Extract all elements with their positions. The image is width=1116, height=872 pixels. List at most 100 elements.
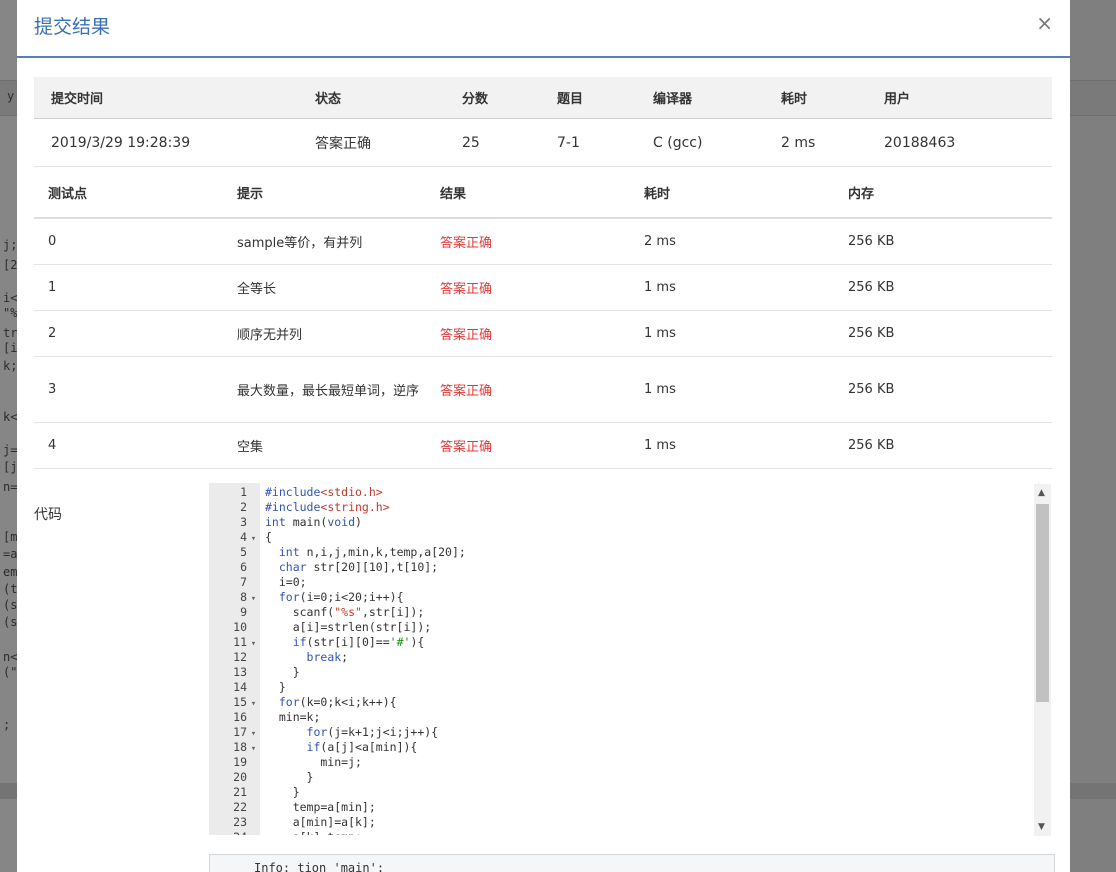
test-point-id: 3 xyxy=(34,356,237,423)
code-line: 18 ▾ if(a[j]<a[min]){ xyxy=(209,740,466,755)
line-number: 3 xyxy=(240,515,247,529)
test-point-time: 1 ms xyxy=(644,356,848,423)
score-value: 25 xyxy=(462,118,557,167)
header-submit-time: 提交时间 xyxy=(34,77,315,119)
line-number: 18 xyxy=(233,740,247,754)
line-number: 9 xyxy=(240,605,247,619)
code-text: #include<string.h> xyxy=(265,500,390,514)
background-snippet: [2 xyxy=(3,258,18,272)
submission-header-row: 提交时间 状态 分数 题目 编译器 耗时 用户 xyxy=(34,77,1052,119)
background-snippet: i< xyxy=(3,291,18,305)
code-text: for(k=0;k<i;k++){ xyxy=(278,695,397,709)
submit-time: 2019/3/29 19:28:39 xyxy=(34,118,315,167)
code-scrollbar[interactable]: ▲ ▼ xyxy=(1034,484,1051,836)
code-viewer[interactable]: 1 #include<stdio.h> 2 #include<string.h> 3 in… xyxy=(209,483,1053,835)
problem-link[interactable]: 7-1 xyxy=(557,118,653,167)
test-point-result: 答案正确 xyxy=(440,218,644,265)
test-point-result: 答案正确 xyxy=(440,264,644,311)
background-left-column xyxy=(0,0,17,872)
code-line: 12 break; xyxy=(209,650,466,665)
code-label: 代码 xyxy=(34,507,62,523)
code-text: for(i=0;i<20;i++){ xyxy=(278,590,404,604)
line-number: 21 xyxy=(233,785,247,799)
line-number: 10 xyxy=(233,620,247,634)
scrollbar-thumb[interactable] xyxy=(1036,504,1049,702)
line-number: 22 xyxy=(233,800,247,814)
header-problem: 题目 xyxy=(557,77,653,119)
test-point-hint: 全等长 xyxy=(237,264,440,311)
test-point-time: 1 ms xyxy=(644,310,848,357)
compiler-value: C (gcc) xyxy=(653,118,781,167)
code-lines: 1 #include<stdio.h> 2 #include<string.h> 3 in… xyxy=(209,485,466,835)
header-elapsed: 耗时 xyxy=(781,77,884,119)
code-line: 23 a[min]=a[k]; xyxy=(209,815,466,830)
background-snippet: tr xyxy=(3,326,18,340)
line-number: 2 xyxy=(240,500,247,514)
background-snippet: =a xyxy=(3,547,18,561)
line-number: 20 xyxy=(233,770,247,784)
code-line: 5 int n,i,j,min,k,temp,a[20]; xyxy=(209,545,466,560)
dialog-title: 提交结果 xyxy=(34,16,111,38)
status-text: 答案正确 xyxy=(315,118,462,167)
background-snippet: j; xyxy=(3,238,18,252)
header-user: 用户 xyxy=(884,77,1052,119)
code-text: int n,i,j,min,k,temp,a[20]; xyxy=(278,545,466,559)
background-snippet: k; xyxy=(3,359,18,373)
header-test-point: 测试点 xyxy=(34,167,237,219)
line-number: 7 xyxy=(240,575,247,589)
test-point-id: 1 xyxy=(34,264,237,311)
test-point-row: 3 最大数量，最长最短单词，逆序 答案正确 1 ms 256 KB xyxy=(34,356,1052,423)
test-point-result: 答案正确 xyxy=(440,356,644,423)
scroll-down-arrow-icon[interactable]: ▼ xyxy=(1038,822,1045,832)
background-snippet: [m xyxy=(3,530,18,544)
background-snippet: n< xyxy=(3,650,18,664)
code-line: 22 temp=a[min]; xyxy=(209,800,466,815)
code-text: } xyxy=(265,680,286,694)
test-point-row: 4 空集 答案正确 1 ms 256 KB xyxy=(34,422,1052,469)
test-point-memory: 256 KB xyxy=(848,310,1052,357)
line-number: 19 xyxy=(233,755,247,769)
scroll-up-arrow-icon[interactable]: ▲ xyxy=(1038,488,1045,498)
header-result: 结果 xyxy=(440,167,644,219)
code-text: scanf("%s",str[i]); xyxy=(265,605,425,619)
test-point-id: 0 xyxy=(34,218,237,265)
code-line: 2 #include<string.h> xyxy=(209,500,466,515)
line-number: 13 xyxy=(233,665,247,679)
close-icon[interactable]: × xyxy=(1036,11,1053,35)
test-point-result: 答案正确 xyxy=(440,310,644,357)
background-snippet: [j xyxy=(3,460,18,474)
code-text: min=k; xyxy=(265,710,321,724)
line-number: 1 xyxy=(240,485,247,499)
background-snippet: j= xyxy=(3,443,18,457)
code-line: 9 scanf("%s",str[i]); xyxy=(209,605,466,620)
code-text: } xyxy=(265,665,300,679)
background-snippet: [i xyxy=(3,341,18,355)
background-snippet: "% xyxy=(3,306,18,320)
code-text: i=0; xyxy=(265,575,307,589)
line-number: 6 xyxy=(240,560,247,574)
line-number: 8 xyxy=(240,590,247,604)
header-status: 状态 xyxy=(315,77,462,119)
test-point-memory: 256 KB xyxy=(848,422,1052,469)
background-snippet: (t xyxy=(3,582,18,596)
code-text: a[min]=a[k]; xyxy=(265,815,376,829)
code-line: 19 min=j; xyxy=(209,755,466,770)
code-text: } xyxy=(265,785,300,799)
compile-output-box: Info: tion 'main': xyxy=(209,854,1055,872)
background-snippet: (s xyxy=(3,598,18,612)
test-point-id: 2 xyxy=(34,310,237,357)
code-text: } xyxy=(265,770,314,784)
background-snippet: (" xyxy=(3,665,18,679)
header-time: 耗时 xyxy=(644,167,848,219)
test-point-memory: 256 KB xyxy=(848,218,1052,265)
line-number: 4 xyxy=(240,530,247,544)
code-line: 15 ▾ for(k=0;k<i;k++){ xyxy=(209,695,466,710)
compile-output-text: Info: tion 'main': xyxy=(254,861,385,872)
line-number: 16 xyxy=(233,710,247,724)
user-id: 20188463 xyxy=(884,118,1052,167)
code-text: min=j; xyxy=(265,755,362,769)
code-text: #include<stdio.h> xyxy=(265,485,383,499)
code-line: 3 int main(void) xyxy=(209,515,466,530)
test-point-id: 4 xyxy=(34,422,237,469)
line-number: 23 xyxy=(233,815,247,829)
